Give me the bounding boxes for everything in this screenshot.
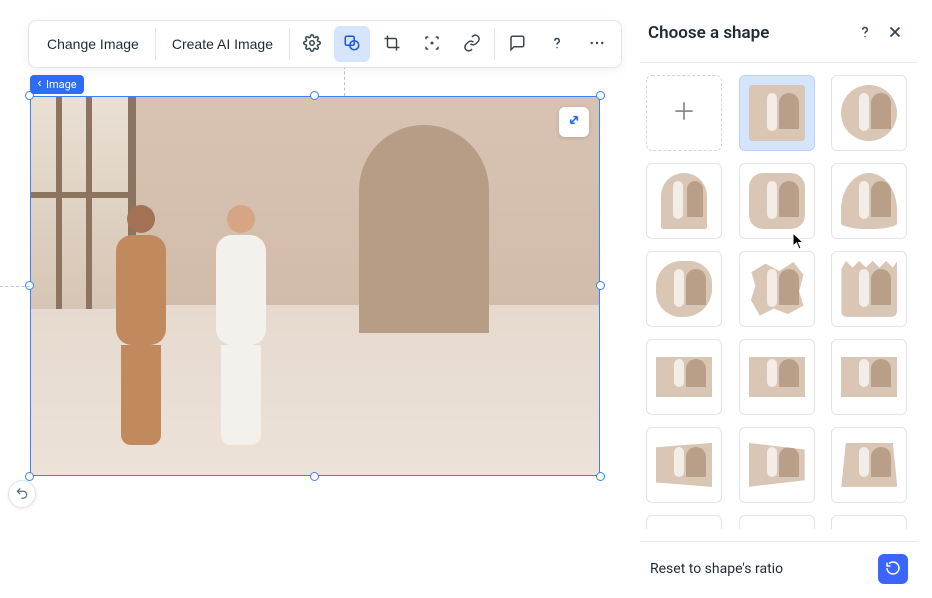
- shape-mask-button[interactable]: [334, 26, 370, 62]
- shape-option-strip-1[interactable]: [646, 339, 722, 415]
- expand-icon: [566, 112, 582, 132]
- link-icon: [463, 34, 481, 55]
- gear-icon: [303, 34, 321, 55]
- image-toolbar: Change Image Create AI Image: [28, 20, 622, 68]
- panel-header: Choose a shape: [640, 8, 918, 62]
- panel-title: Choose a shape: [648, 23, 850, 43]
- shape-option-trapezoid-1[interactable]: [646, 427, 722, 503]
- panel-close-button[interactable]: [880, 18, 910, 48]
- reset-ratio-label: Reset to shape's ratio: [650, 561, 878, 577]
- resize-handle-bottom-left[interactable]: [25, 472, 34, 481]
- shape-option-rounded-square[interactable]: [739, 163, 815, 239]
- shape-thumb: [841, 173, 897, 229]
- badge-label: Image: [46, 78, 77, 91]
- shape-thumb: [656, 261, 712, 317]
- shape-option-torn-2[interactable]: [739, 515, 815, 529]
- toolbar-divider: [494, 28, 495, 60]
- shape-option-rectangle[interactable]: [739, 75, 815, 151]
- element-badge[interactable]: Image: [30, 75, 84, 94]
- change-image-button[interactable]: Change Image: [33, 24, 153, 64]
- shape-thumb: [749, 173, 805, 229]
- reset-icon: [885, 560, 901, 579]
- comment-icon: [508, 34, 526, 55]
- help-button[interactable]: [539, 26, 575, 62]
- resize-handle-bottom-right[interactable]: [596, 472, 605, 481]
- shape-thumb: [841, 443, 897, 487]
- toolbar-divider: [289, 28, 290, 60]
- shape-option-strip-2[interactable]: [739, 339, 815, 415]
- shape-option-add-new[interactable]: [646, 75, 722, 151]
- comment-button[interactable]: [499, 26, 535, 62]
- resize-handle-bottom-middle[interactable]: [310, 472, 319, 481]
- resize-handle-top-middle[interactable]: [310, 91, 319, 100]
- more-button[interactable]: [579, 26, 615, 62]
- resize-handle-middle-right[interactable]: [596, 281, 605, 290]
- focal-icon: [423, 34, 441, 55]
- shape-option-trapezoid-3[interactable]: [831, 427, 907, 503]
- resize-handle-top-right[interactable]: [596, 91, 605, 100]
- shape-option-gate[interactable]: [831, 163, 907, 239]
- shape-option-circle[interactable]: [831, 75, 907, 151]
- toolbar-divider: [155, 28, 156, 60]
- shape-option-torn-1[interactable]: [646, 515, 722, 529]
- settings-button[interactable]: [294, 26, 330, 62]
- shape-option-trapezoid-2[interactable]: [739, 427, 815, 503]
- expand-button[interactable]: [559, 107, 589, 137]
- link-button[interactable]: [454, 26, 490, 62]
- shape-thumb: [841, 357, 897, 397]
- crop-button[interactable]: [374, 26, 410, 62]
- focal-point-button[interactable]: [414, 26, 450, 62]
- create-ai-image-button[interactable]: Create AI Image: [158, 24, 287, 64]
- shape-option-torn-3[interactable]: [831, 515, 907, 529]
- shape-option-spiky[interactable]: [739, 251, 815, 327]
- shape-thumb: [749, 261, 805, 317]
- help-icon: [548, 34, 566, 55]
- image-content: [31, 97, 599, 475]
- undo-button[interactable]: [8, 480, 36, 508]
- close-icon: [886, 23, 904, 44]
- shape-grid: [640, 75, 918, 529]
- alignment-guide-vertical: [344, 66, 345, 96]
- shape-thumb: [656, 443, 712, 487]
- main-image[interactable]: [30, 96, 600, 476]
- shape-thumb: [749, 443, 805, 487]
- more-icon: [588, 34, 606, 55]
- undo-icon: [15, 486, 29, 503]
- shape-thumb: [661, 173, 707, 229]
- shape-thumb: [841, 261, 897, 317]
- shape-mask-icon: [343, 34, 361, 55]
- reset-ratio-button[interactable]: [878, 554, 908, 584]
- shape-option-stamp[interactable]: [831, 251, 907, 327]
- shape-option-arch[interactable]: [646, 163, 722, 239]
- shape-thumb: [656, 357, 712, 397]
- crop-icon: [383, 34, 401, 55]
- panel-footer: Reset to shape's ratio: [640, 541, 918, 598]
- plus-icon: [671, 98, 697, 128]
- shape-option-strip-3[interactable]: [831, 339, 907, 415]
- panel-separator: [640, 62, 918, 63]
- alignment-guide-horizontal: [0, 286, 30, 287]
- shape-option-blob[interactable]: [646, 251, 722, 327]
- panel-help-button[interactable]: [850, 18, 880, 48]
- help-icon: [856, 23, 874, 44]
- shape-panel: Choose a shape: [640, 8, 918, 598]
- shape-thumb: [841, 85, 897, 141]
- shape-thumb: [749, 85, 805, 141]
- shape-thumb: [749, 357, 805, 397]
- selected-image-frame[interactable]: [30, 96, 600, 476]
- chevron-left-icon: [35, 78, 44, 91]
